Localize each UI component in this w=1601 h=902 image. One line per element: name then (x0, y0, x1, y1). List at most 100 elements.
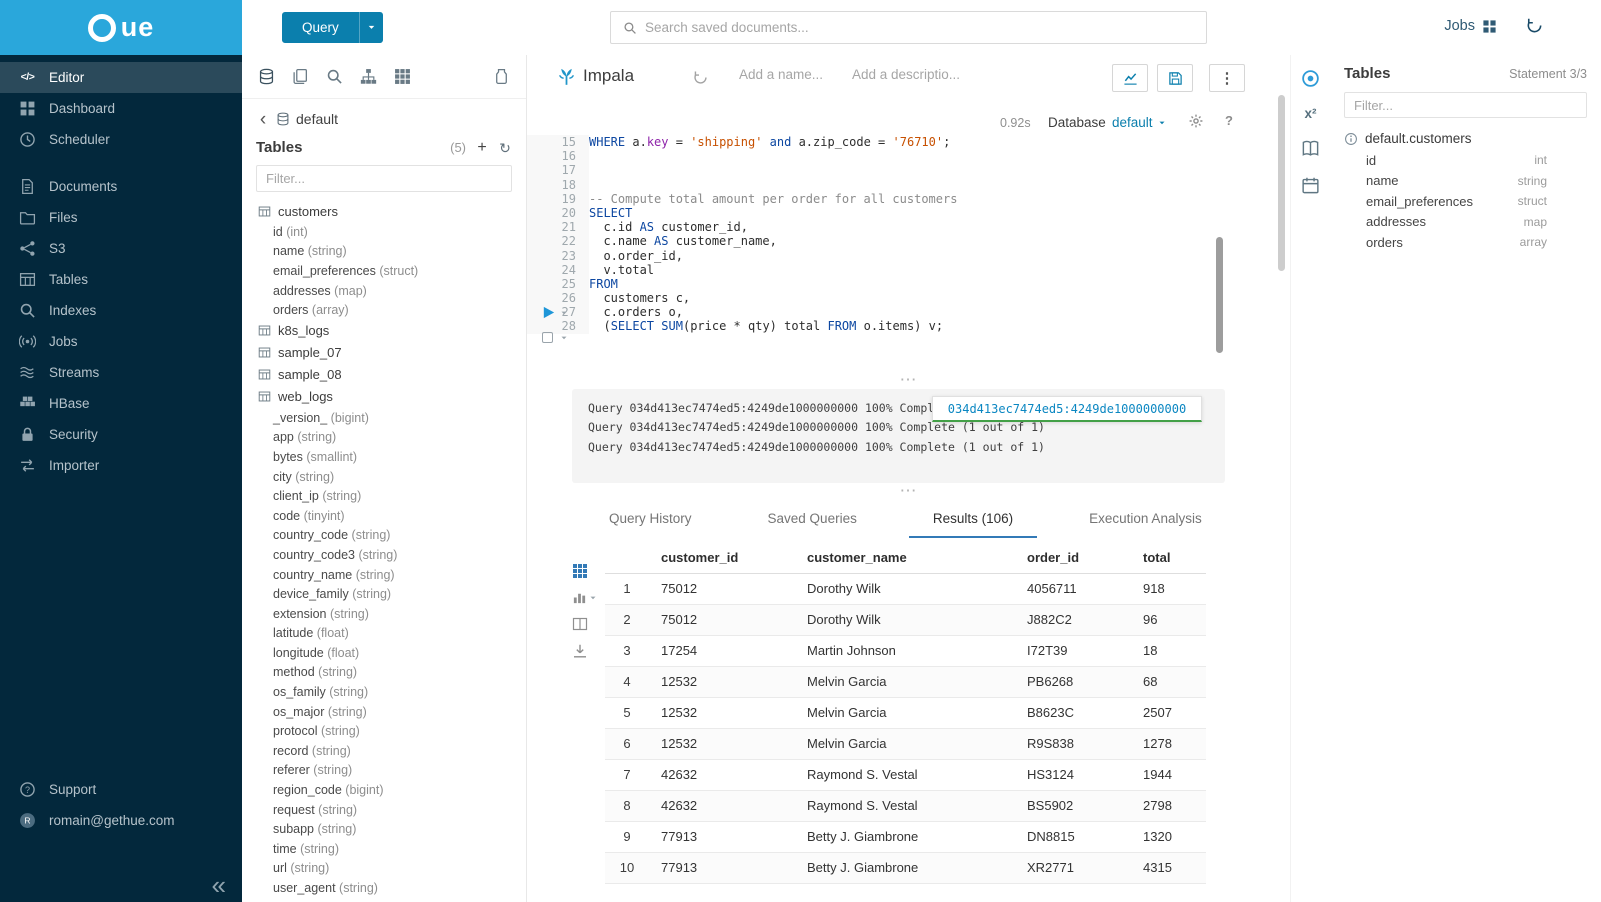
execute-options-icon[interactable] (560, 309, 568, 317)
sidebar-footer-support[interactable]: ?Support (0, 774, 242, 805)
assist-column-name[interactable]: name (string) (242, 242, 526, 262)
sidebar-item-editor[interactable]: </>Editor (0, 62, 242, 93)
assist-column-device-family[interactable]: device_family (string) (242, 584, 526, 604)
sidebar-item-files[interactable]: Files (0, 202, 242, 233)
query-id-link[interactable]: 034d413ec7474ed5:4249de1000000000 (948, 402, 1186, 416)
result-row[interactable]: 317254Martin JohnsonI72T3918 (605, 635, 1206, 666)
jobs-link[interactable]: Jobs (1444, 18, 1497, 34)
sidebar-item-scheduler[interactable]: Scheduler (0, 124, 242, 155)
assist-table-sample-07[interactable]: sample_07 (242, 342, 526, 364)
schedule-icon[interactable] (1301, 176, 1320, 195)
assist-column-code[interactable]: code (tinyint) (242, 506, 526, 526)
assist-column-email-preferences[interactable]: email_preferences (struct) (242, 261, 526, 281)
columns-toggle-icon[interactable] (572, 616, 588, 632)
sidebar-item-security[interactable]: Security (0, 419, 242, 450)
database-selector[interactable]: default (1112, 115, 1166, 130)
statement-options-icon[interactable] (560, 334, 568, 342)
tab-execution-analysis[interactable]: Execution Analysis (1065, 501, 1226, 538)
sitemap-source-icon[interactable] (360, 68, 377, 85)
right-column-id[interactable]: idint (1344, 150, 1587, 171)
tab-query-history[interactable]: Query History (585, 501, 716, 538)
assist-column-request[interactable]: request (string) (242, 800, 526, 820)
assist-column-city[interactable]: city (string) (242, 467, 526, 487)
chart-button[interactable] (1112, 64, 1148, 92)
sidebar-item-jobs[interactable]: Jobs (0, 326, 242, 357)
result-row[interactable]: 977913Betty J. GiambroneDN88151320 (605, 821, 1206, 852)
code-editor[interactable]: 15WHERE a.key = 'shipping' and a.zip_cod… (527, 135, 1274, 341)
column-header-customer-name[interactable]: customer_name (795, 543, 1015, 573)
query-dropdown-button[interactable] (359, 12, 383, 43)
sidebar-collapse-button[interactable]: « (212, 872, 226, 898)
code-scrollbar[interactable] (1216, 237, 1223, 353)
query-name-input[interactable] (739, 67, 841, 82)
column-header-total[interactable]: total (1131, 543, 1206, 573)
assist-column-os-major[interactable]: os_major (string) (242, 702, 526, 722)
assist-column-client-ip[interactable]: client_ip (string) (242, 486, 526, 506)
sidebar-footer-romain-gethue-com[interactable]: Rromain@gethue.com (0, 805, 242, 836)
assist-column-latitude[interactable]: latitude (float) (242, 624, 526, 644)
documents-source-icon[interactable] (292, 68, 309, 85)
collections-icon[interactable] (493, 68, 510, 85)
back-icon[interactable]: ‹ (256, 111, 270, 127)
assist-column-country-code[interactable]: country_code (string) (242, 526, 526, 546)
assist-column-subapp[interactable]: subapp (string) (242, 819, 526, 839)
result-row[interactable]: 175012Dorothy Wilk4056711918 (605, 573, 1206, 604)
sidebar-item-documents[interactable]: Documents (0, 171, 242, 202)
hue-logo[interactable]: ue (0, 0, 242, 55)
right-column-addresses[interactable]: addressesmap (1344, 212, 1587, 233)
save-button[interactable] (1157, 64, 1193, 92)
engine-selector[interactable]: Impala (557, 66, 634, 86)
assist-table-customers[interactable]: customers (242, 200, 526, 222)
query-description-input[interactable] (852, 67, 964, 82)
more-actions-button[interactable]: ⋮ (1209, 64, 1245, 92)
assist-filter-input[interactable] (256, 165, 512, 192)
sidebar-item-streams[interactable]: Streams (0, 357, 242, 388)
sidebar-item-importer[interactable]: Importer (0, 450, 242, 481)
assist-column-referer[interactable]: referer (string) (242, 761, 526, 781)
sidebar-item-indexes[interactable]: Indexes (0, 295, 242, 326)
sidebar-item-hbase[interactable]: HBase (0, 388, 242, 419)
assist-column-time[interactable]: time (string) (242, 839, 526, 859)
download-icon[interactable] (572, 643, 588, 659)
new-query-button[interactable]: Query (282, 12, 383, 43)
assist-column-protocol[interactable]: protocol (string) (242, 721, 526, 741)
sidebar-item-s3[interactable]: S3 (0, 233, 242, 264)
assist-column-app[interactable]: app (string) (242, 428, 526, 448)
add-icon[interactable]: + (475, 140, 489, 156)
resize-handle-top[interactable]: ⋯ (527, 372, 1290, 386)
query-history-icon[interactable] (693, 70, 708, 85)
language-reference-icon[interactable] (1301, 139, 1320, 158)
statement-box-icon[interactable] (542, 332, 553, 343)
search-bar[interactable] (610, 11, 1207, 44)
assist-column-os-family[interactable]: os_family (string) (242, 682, 526, 702)
settings-gear-icon[interactable] (1188, 113, 1204, 129)
assist-column-user-agent[interactable]: user_agent (string) (242, 878, 526, 898)
assist-table-k8s-logs[interactable]: k8s_logs (242, 320, 526, 342)
database-name[interactable]: default (296, 111, 338, 127)
sidebar-item-dashboard[interactable]: Dashboard (0, 93, 242, 124)
assist-column-bytes[interactable]: bytes (smallint) (242, 447, 526, 467)
result-row[interactable]: 612532Melvin GarciaR9S8381278 (605, 728, 1206, 759)
assist-table-web-logs[interactable]: web_logs (242, 386, 526, 408)
editor-assistant-icon[interactable] (1301, 69, 1320, 88)
result-row[interactable]: 742632Raymond S. VestalHS31241944 (605, 759, 1206, 790)
right-column-name[interactable]: namestring (1344, 171, 1587, 192)
active-table-row[interactable]: default.customers (1344, 131, 1587, 146)
database-source-icon[interactable] (258, 68, 275, 85)
assist-column-country-name[interactable]: country_name (string) (242, 565, 526, 585)
query-id-tooltip[interactable]: 034d413ec7474ed5:4249de1000000000 (932, 396, 1202, 422)
tab-results-106[interactable]: Results (106) (909, 501, 1037, 538)
right-column-email-preferences[interactable]: email_preferencesstruct (1344, 191, 1587, 212)
help-icon[interactable]: ? (1222, 112, 1236, 128)
functions-icon[interactable]: x² (1304, 106, 1316, 121)
chart-type-caret-icon[interactable] (589, 594, 597, 602)
search-source-icon[interactable] (326, 68, 343, 85)
assist-column-region-code[interactable]: region_code (bigint) (242, 780, 526, 800)
apps-source-icon[interactable] (394, 68, 411, 85)
assist-column-addresses[interactable]: addresses (map) (242, 281, 526, 301)
result-row[interactable]: 412532Melvin GarciaPB626868 (605, 666, 1206, 697)
assist-column-orders[interactable]: orders (array) (242, 300, 526, 320)
assist-column-country-code3[interactable]: country_code3 (string) (242, 545, 526, 565)
refresh-icon[interactable]: ↻ (498, 140, 512, 156)
assist-column-url[interactable]: url (string) (242, 859, 526, 879)
